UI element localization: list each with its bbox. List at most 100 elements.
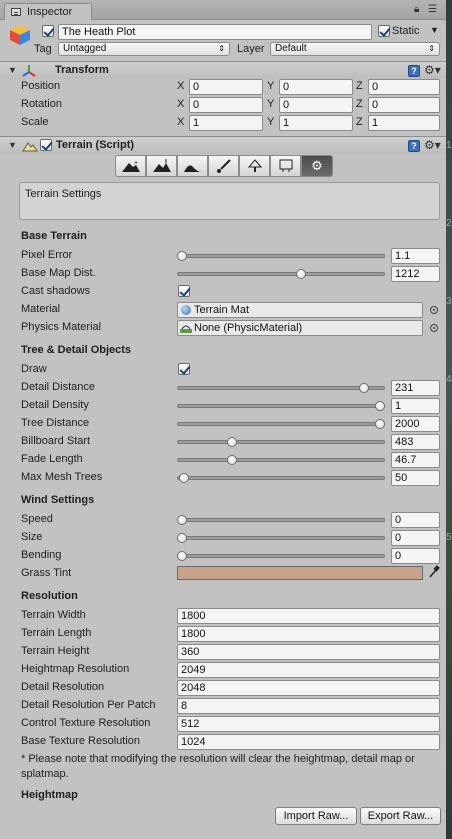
help-icon[interactable]: ? [408, 65, 420, 77]
detail-density-field[interactable]: 1 [391, 398, 440, 414]
size-field[interactable]: 0 [391, 530, 440, 546]
detail-resolution-field[interactable]: 2048 [177, 680, 440, 696]
smooth-height-tool[interactable] [177, 155, 208, 177]
slider-thumb[interactable] [359, 383, 370, 393]
terrain-width-field[interactable]: 1800 [177, 608, 440, 624]
rotation-z-field[interactable]: 0 [368, 97, 440, 113]
terrain-length-field[interactable]: 1800 [177, 626, 440, 642]
raise-terrain-icon: + [121, 160, 140, 172]
slider-thumb[interactable] [375, 419, 385, 429]
bending-slider[interactable] [177, 551, 385, 561]
axis-x-label: X [177, 80, 185, 92]
tab-inspector[interactable]: Inspector [4, 3, 92, 20]
base-map-dist-field[interactable]: 1212 [391, 266, 440, 282]
tree-distance-slider[interactable] [177, 419, 385, 429]
draw-checkbox[interactable] [178, 363, 190, 375]
base-texture-resolution-field[interactable]: 1024 [177, 734, 440, 750]
object-picker-icon[interactable] [430, 324, 438, 332]
physics-material-field[interactable]: None (PhysicMaterial) [177, 320, 423, 336]
detail-distance-field[interactable]: 231 [391, 380, 440, 396]
paint-texture-tool[interactable] [208, 155, 239, 177]
detail-resolution-per-patch-field[interactable]: 8 [177, 698, 440, 714]
import-raw-button[interactable]: Import Raw... [275, 807, 357, 825]
pixel-error-slider[interactable] [177, 251, 385, 261]
transform-header[interactable]: ▼ Transform ? ⚙▾ [0, 61, 446, 79]
terrain-enabled-checkbox[interactable] [40, 139, 52, 151]
layer-dropdown[interactable]: Default ⇕ [270, 42, 440, 56]
axis-z-label: Z [356, 80, 363, 92]
slider-thumb[interactable] [295, 269, 306, 279]
gear-icon[interactable]: ⚙▾ [424, 63, 441, 77]
eyedropper-icon[interactable] [428, 565, 440, 579]
slider-thumb[interactable] [226, 437, 237, 447]
active-checkbox[interactable] [42, 25, 54, 37]
resolution-heading: Resolution [21, 590, 78, 602]
static-dropdown-icon[interactable]: ▼ [430, 25, 439, 35]
fade-length-field[interactable]: 46.7 [391, 452, 440, 468]
detail-distance-slider[interactable] [177, 383, 385, 393]
detail-density-slider[interactable] [177, 401, 385, 411]
place-trees-tool[interactable] [239, 155, 270, 177]
billboard-start-slider[interactable] [177, 437, 385, 447]
strip-number: 2 [446, 218, 452, 229]
terrain-settings-tool[interactable]: ⚙ [301, 155, 333, 177]
paint-details-tool[interactable] [270, 155, 301, 177]
heightmap-heading: Heightmap [21, 789, 78, 801]
pixel-error-field[interactable]: 1.1 [391, 248, 440, 264]
raise-lower-terrain-tool[interactable]: + [115, 155, 146, 177]
paint-height-tool[interactable] [146, 155, 177, 177]
scale-x-field[interactable]: 1 [189, 115, 263, 131]
foldout-arrow-icon[interactable]: ▼ [8, 65, 17, 75]
size-slider[interactable] [177, 533, 385, 543]
terrain-width-label: Terrain Width [21, 609, 86, 621]
bending-field[interactable]: 0 [391, 548, 440, 564]
slider-thumb[interactable] [226, 455, 237, 465]
slider-thumb[interactable] [177, 515, 187, 525]
smooth-height-icon [183, 165, 202, 172]
base-map-dist-slider[interactable] [177, 269, 385, 279]
scale-z-field[interactable]: 1 [368, 115, 440, 131]
scale-y-field[interactable]: 1 [279, 115, 353, 131]
fade-length-slider[interactable] [177, 455, 385, 465]
object-header: The Heath Plot Static ▼ Tag Untagged ⇕ L… [0, 20, 446, 60]
tree-distance-field[interactable]: 2000 [391, 416, 440, 432]
billboard-start-field[interactable]: 483 [391, 434, 440, 450]
speed-field[interactable]: 0 [391, 512, 440, 528]
position-x-field[interactable]: 0 [189, 79, 263, 95]
material-field[interactable]: Terrain Mat [177, 302, 423, 318]
static-checkbox[interactable] [378, 25, 390, 37]
object-name-field[interactable]: The Heath Plot [58, 24, 372, 40]
foldout-arrow-icon[interactable]: ▼ [8, 140, 17, 150]
object-picker-icon[interactable] [430, 306, 438, 314]
lock-icon[interactable]: 🔒︎ [414, 4, 419, 15]
slider-thumb[interactable] [178, 473, 189, 483]
terrain-header[interactable]: ▼ Terrain (Script) ? ⚙▾ [0, 136, 446, 154]
export-raw-button[interactable]: Export Raw... [360, 807, 441, 825]
axis-y-label: Y [267, 80, 275, 92]
max-mesh-trees-field[interactable]: 50 [391, 470, 440, 486]
position-z-field[interactable]: 0 [368, 79, 440, 95]
position-y-field[interactable]: 0 [279, 79, 353, 95]
layer-value: Default [275, 43, 307, 54]
rotation-y-field[interactable]: 0 [279, 97, 353, 113]
speed-slider[interactable] [177, 515, 385, 525]
detail-density-label: Detail Density [21, 399, 89, 411]
draw-label: Draw [21, 363, 47, 375]
max-mesh-trees-slider[interactable] [177, 473, 385, 483]
cast-shadows-checkbox[interactable] [178, 285, 190, 297]
slider-thumb[interactable] [375, 401, 385, 411]
slider-thumb[interactable] [177, 533, 187, 543]
grass-tint-color-field[interactable] [177, 566, 423, 580]
control-texture-resolution-field[interactable]: 512 [177, 716, 440, 732]
slider-thumb[interactable] [177, 551, 187, 561]
size-label: Size [21, 531, 43, 543]
slider-thumb[interactable] [177, 251, 187, 261]
panel-menu-icon[interactable]: ☰ [428, 4, 437, 15]
rotation-x-field[interactable]: 0 [189, 97, 263, 113]
help-icon[interactable]: ? [408, 140, 420, 152]
transform-title: Transform [55, 64, 109, 76]
tag-dropdown[interactable]: Untagged ⇕ [58, 42, 230, 56]
gear-icon[interactable]: ⚙▾ [424, 138, 441, 152]
heightmap-resolution-field[interactable]: 2049 [177, 662, 440, 678]
terrain-height-field[interactable]: 360 [177, 644, 440, 660]
